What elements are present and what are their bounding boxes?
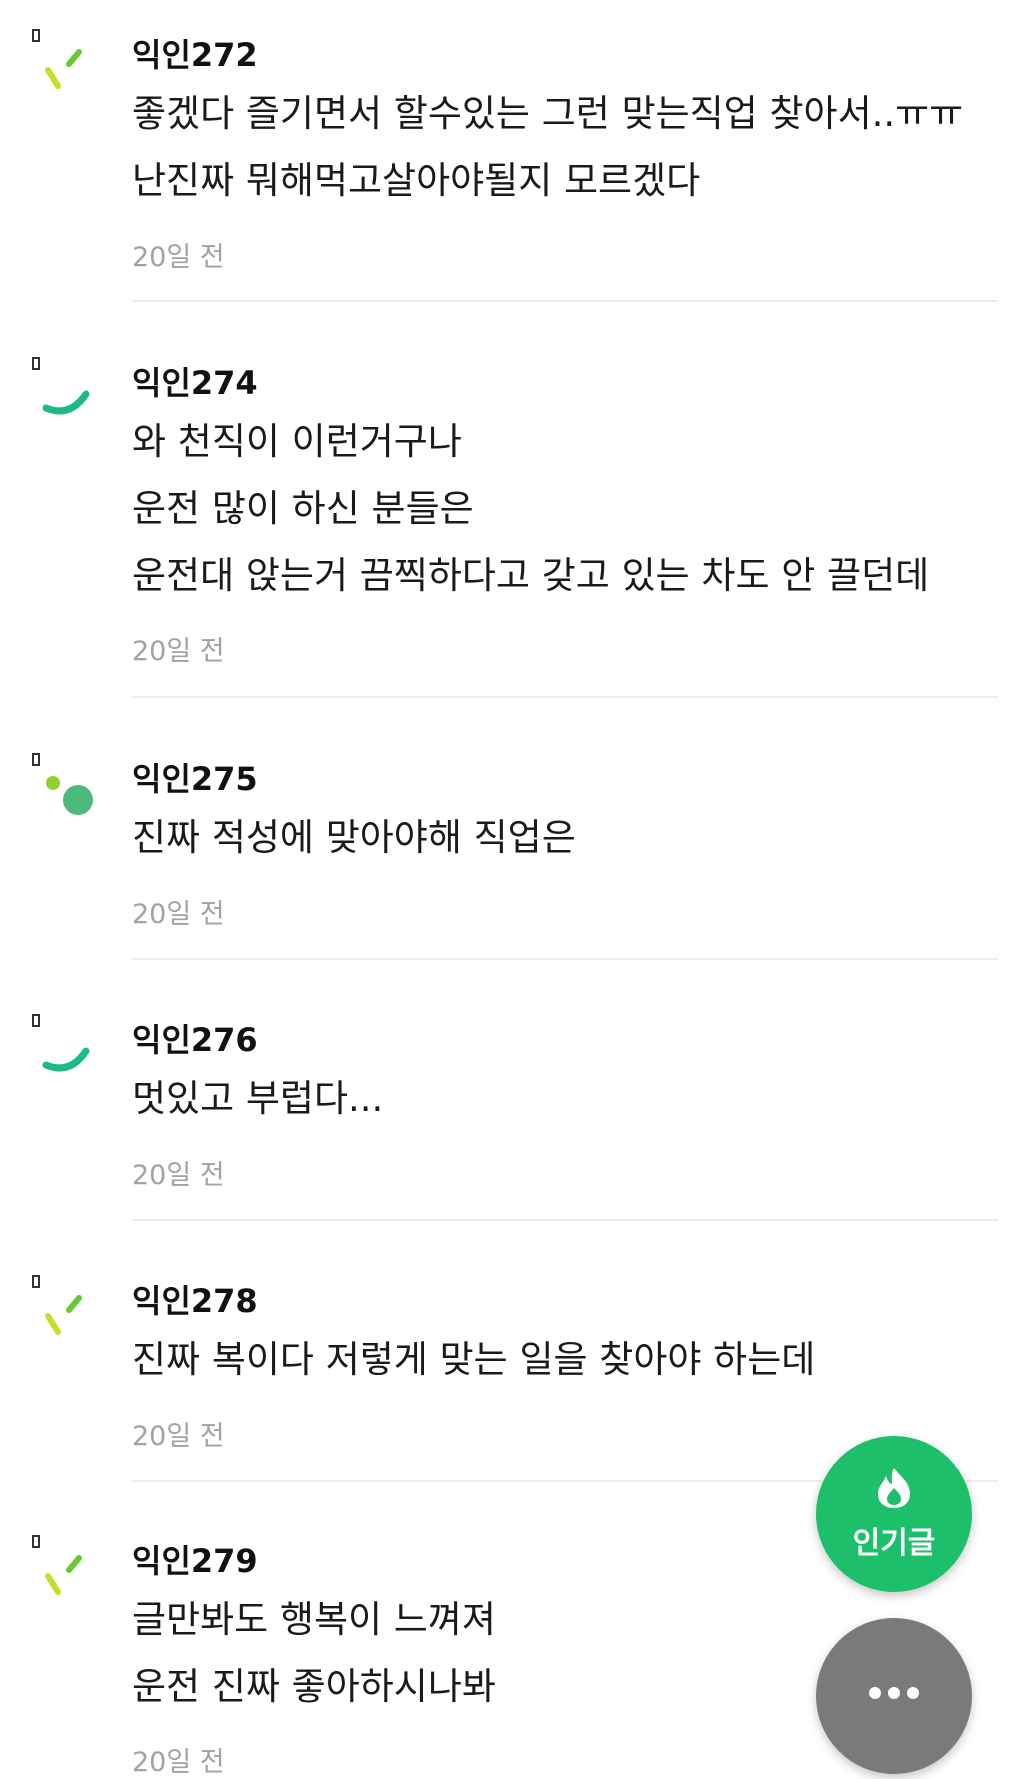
more-dots-icon bbox=[869, 1687, 919, 1699]
divider bbox=[132, 696, 998, 698]
check-mark-icon bbox=[32, 29, 82, 89]
fire-icon bbox=[878, 1468, 910, 1508]
comment-body: 좋겠다 즐기면서 할수있는 그런 맞는직업 찾아서..ㅠㅠ 난진짜 뭐해먹고살아… bbox=[132, 80, 963, 214]
divider bbox=[132, 958, 998, 960]
avatar[interactable] bbox=[30, 1530, 100, 1600]
comment-author: 익인275 bbox=[132, 760, 258, 798]
comment-line: 운전대 앉는거 끔찍하다고 갖고 있는 차도 안 끌던데 bbox=[132, 554, 930, 597]
comment-time: 20일 전 bbox=[132, 636, 225, 667]
comment-author: 익인274 bbox=[132, 364, 258, 402]
comment-body: 진짜 적성에 맞아야해 직업은 bbox=[132, 804, 576, 871]
comment-author: 익인272 bbox=[132, 36, 258, 74]
divider bbox=[132, 300, 998, 302]
comment-time: 20일 전 bbox=[132, 1747, 225, 1778]
check-mark-icon bbox=[32, 1535, 82, 1595]
avatar[interactable] bbox=[30, 24, 100, 94]
two-dots-icon bbox=[32, 753, 93, 815]
comment-body: 진짜 복이다 저렇게 맞는 일을 찾아야 하는데 bbox=[132, 1326, 815, 1393]
comment-line: 운전 진짜 좋아하시나봐 bbox=[132, 1665, 496, 1708]
comment-time: 20일 전 bbox=[132, 1421, 225, 1452]
comment-time: 20일 전 bbox=[132, 1160, 225, 1191]
comment-line: 멋있고 부럽다... bbox=[132, 1077, 384, 1120]
comment-line: 운전 많이 하신 분들은 bbox=[132, 487, 474, 530]
comment-line: 진짜 복이다 저렇게 맞는 일을 찾아야 하는데 bbox=[132, 1338, 816, 1381]
comment-body: 글만봐도 행복이 느껴져 운전 진짜 좋아하시나봐 bbox=[132, 1586, 496, 1720]
divider bbox=[132, 1219, 998, 1221]
comment-line: 글만봐도 행복이 느껴져 bbox=[132, 1598, 496, 1641]
comment-author: 익인278 bbox=[132, 1282, 258, 1320]
comment-author: 익인279 bbox=[132, 1542, 258, 1580]
avatar[interactable] bbox=[30, 748, 100, 818]
comment-line: 좋겠다 즐기면서 할수있는 그런 맞는직업 찾아서..ㅠㅠ bbox=[132, 92, 964, 135]
comment-line: 난진짜 뭐해먹고살아야될지 모르겠다 bbox=[132, 159, 701, 202]
comment-body: 와 천직이 이런거구나 운전 많이 하신 분들은 운전대 앉는거 끔찍하다고 갖… bbox=[132, 408, 929, 609]
comment-body: 멋있고 부럽다... bbox=[132, 1065, 383, 1132]
smile-arc-icon bbox=[32, 1014, 90, 1072]
comment-time: 20일 전 bbox=[132, 899, 225, 930]
avatar[interactable] bbox=[30, 1009, 100, 1079]
popular-posts-button[interactable]: 인기글 bbox=[816, 1436, 972, 1592]
check-mark-icon bbox=[32, 1275, 82, 1335]
more-options-button[interactable] bbox=[816, 1618, 972, 1774]
comment-line: 와 천직이 이런거구나 bbox=[132, 420, 462, 463]
smile-arc-icon bbox=[32, 357, 90, 415]
avatar[interactable] bbox=[30, 1270, 100, 1340]
popular-posts-label: 인기글 bbox=[852, 1526, 936, 1561]
comment-author: 익인276 bbox=[132, 1021, 258, 1059]
avatar[interactable] bbox=[30, 352, 100, 422]
comment-time: 20일 전 bbox=[132, 242, 225, 273]
comment-line: 진짜 적성에 맞아야해 직업은 bbox=[132, 816, 576, 859]
